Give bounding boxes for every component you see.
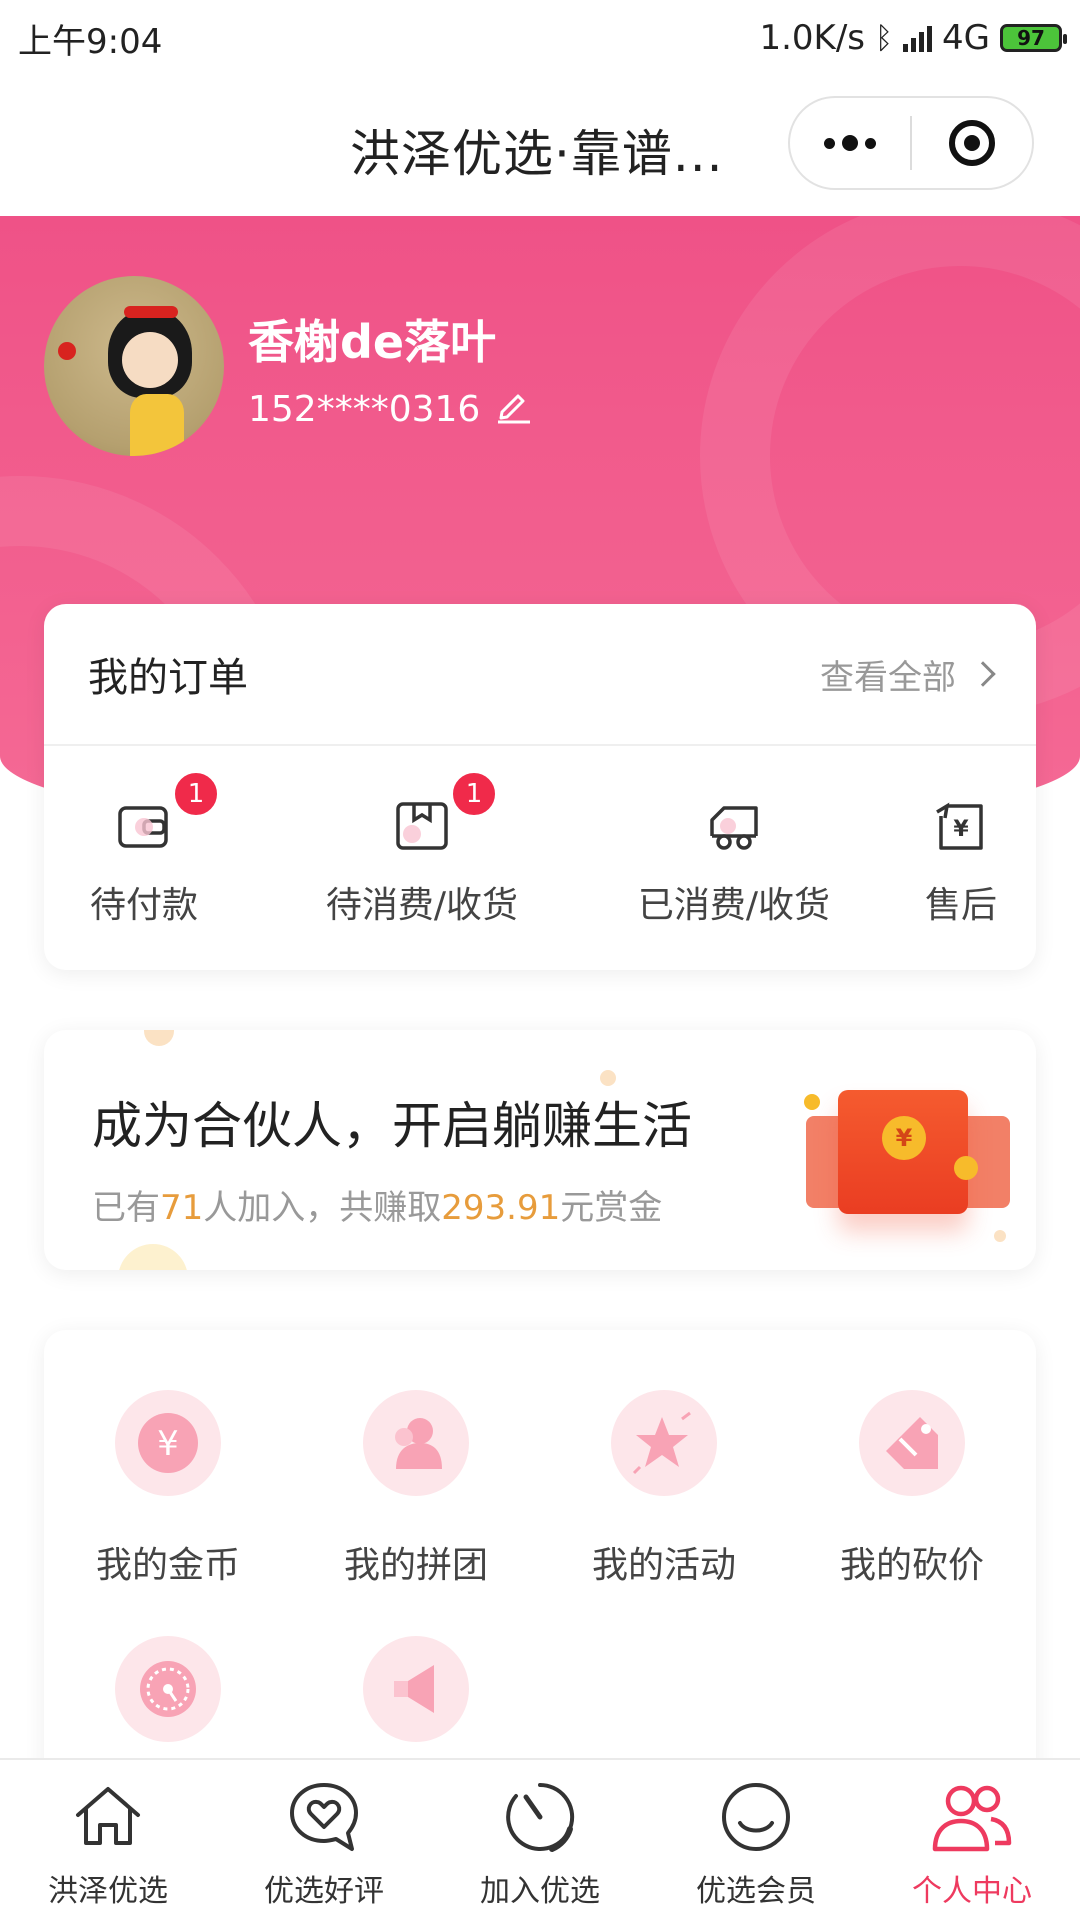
wallet-icon: 1 — [116, 770, 220, 854]
decor-dot — [118, 1244, 188, 1270]
partner-sub-suffix: 元赏金 — [560, 1188, 663, 1228]
tool-label: 我的砍价 — [839, 1545, 984, 1586]
tool-my-bargain[interactable]: 我的砍价 — [812, 1390, 1012, 1588]
tool-announcement[interactable] — [316, 1636, 516, 1742]
truck-icon — [706, 798, 762, 854]
status-bar: 上午9:04 1.0K/s ᛒ 4G 97 — [0, 0, 1080, 76]
decor-dot — [994, 1230, 1006, 1242]
orders-card: 我的订单 查看全部 1 待付款 1 待消费/收货 已消费/收货 ¥ 售后 — [44, 604, 1036, 970]
edit-icon[interactable] — [494, 386, 532, 433]
order-status-row: 1 待付款 1 待消费/收货 已消费/收货 ¥ 售后 — [44, 746, 1036, 970]
tab-profile[interactable]: 个人中心 — [864, 1760, 1080, 1920]
battery-icon: 97 — [1000, 24, 1067, 52]
partner-count: 71 — [160, 1188, 204, 1228]
bluetooth-icon: ᛒ — [875, 20, 894, 56]
tab-home[interactable]: 洪泽优选 — [0, 1760, 216, 1920]
user-group-icon — [929, 1774, 1015, 1860]
partner-subtitle: 已有71人加入，共赚取293.91元赏金 — [92, 1180, 662, 1229]
partner-amount: 293.91 — [441, 1188, 561, 1228]
yuan-coin-icon: ¥ — [882, 1116, 926, 1160]
tab-label: 洪泽优选 — [48, 1874, 168, 1909]
status-time: 上午9:04 — [18, 21, 163, 62]
tag-icon — [859, 1390, 965, 1496]
smile-icon — [713, 1774, 799, 1860]
tab-membership[interactable]: 优选会员 — [648, 1760, 864, 1920]
group-icon — [363, 1390, 469, 1496]
decor-dot — [144, 1030, 174, 1046]
home-icon — [65, 1774, 151, 1860]
partner-banner[interactable]: 成为合伙人，开启躺赚生活 已有71人加入，共赚取293.91元赏金 ¥ — [44, 1030, 1036, 1270]
view-all-label: 查看全部 — [820, 657, 956, 698]
chevron-right-icon — [970, 661, 996, 687]
decor-dot — [600, 1070, 616, 1086]
signal-icon — [903, 24, 933, 52]
order-item-label: 售后 — [924, 885, 997, 926]
tool-my-activity[interactable]: 我的活动 — [564, 1390, 764, 1588]
tab-reviews[interactable]: 优选好评 — [216, 1760, 432, 1920]
partner-sub-prefix: 已有 — [92, 1188, 160, 1228]
tab-label: 加入优选 — [480, 1874, 600, 1909]
order-item-label: 待付款 — [89, 885, 198, 926]
coin-icon: ¥ — [115, 1390, 221, 1496]
orders-header: 我的订单 查看全部 — [44, 604, 1036, 746]
mini-program-capsule — [788, 96, 1034, 190]
order-after-sales[interactable]: ¥ 售后 — [886, 746, 1036, 970]
tab-label: 优选会员 — [696, 1874, 816, 1909]
heart-chat-icon — [281, 1774, 367, 1860]
avatar[interactable] — [44, 276, 224, 456]
network-type: 4G — [942, 18, 990, 58]
user-name: 香榭de落叶 — [248, 315, 497, 369]
tool-my-coins[interactable]: ¥ 我的金币 — [68, 1390, 268, 1588]
tab-label: 个人中心 — [912, 1874, 1032, 1909]
tool-label: 我的活动 — [591, 1545, 736, 1586]
svg-text:¥: ¥ — [953, 817, 969, 842]
tool-my-group[interactable]: 我的拼团 — [316, 1390, 516, 1588]
tab-label: 优选好评 — [264, 1874, 384, 1909]
partner-title: 成为合伙人，开启躺赚生活 — [92, 1097, 692, 1155]
user-phone-row: 152****0316 — [248, 386, 532, 433]
status-indicators: 1.0K/s ᛒ 4G 97 — [759, 18, 1067, 58]
order-item-label: 待消费/收货 — [325, 885, 519, 926]
network-speed: 1.0K/s — [759, 18, 866, 58]
close-program-button[interactable] — [912, 98, 1032, 188]
target-icon — [949, 120, 995, 166]
orders-title: 我的订单 — [88, 655, 248, 701]
badge-count: 1 — [450, 770, 498, 818]
page-title: 洪泽优选·靠谱... — [350, 125, 724, 183]
star-icon — [611, 1390, 717, 1496]
svg-text:¥: ¥ — [157, 1424, 179, 1464]
order-pending-payment[interactable]: 1 待付款 — [44, 746, 244, 970]
compass-icon — [115, 1636, 221, 1742]
battery-level: 97 — [1017, 26, 1045, 50]
gold-coin-icon — [954, 1156, 978, 1180]
order-item-label: 已消费/收货 — [637, 885, 831, 926]
tab-join[interactable]: 加入优选 — [432, 1760, 648, 1920]
more-button[interactable] — [790, 98, 910, 188]
box-icon: 1 — [394, 770, 498, 854]
red-envelope-icon: ¥ — [838, 1090, 968, 1214]
view-all-orders-link[interactable]: 查看全部 — [820, 650, 996, 699]
partner-sub-mid: 人加入，共赚取 — [203, 1188, 442, 1228]
gold-coin-icon — [804, 1094, 820, 1110]
tool-label: 我的金币 — [95, 1545, 240, 1586]
badge-count: 1 — [172, 770, 220, 818]
order-completed[interactable]: 已消费/收货 — [604, 746, 864, 970]
tool-compass[interactable] — [68, 1636, 268, 1742]
user-phone: 152****0316 — [248, 389, 481, 430]
more-dots-icon — [824, 135, 876, 151]
timer-icon — [497, 1774, 583, 1860]
bottom-tab-bar: 洪泽优选 优选好评 加入优选 优选会员 个人中心 — [0, 1758, 1080, 1920]
megaphone-icon — [363, 1636, 469, 1742]
refund-icon: ¥ — [933, 798, 989, 854]
tool-label: 我的拼团 — [343, 1545, 488, 1586]
order-pending-receipt[interactable]: 1 待消费/收货 — [292, 746, 552, 970]
nav-bar: 洪泽优选·靠谱... — [0, 76, 1080, 216]
